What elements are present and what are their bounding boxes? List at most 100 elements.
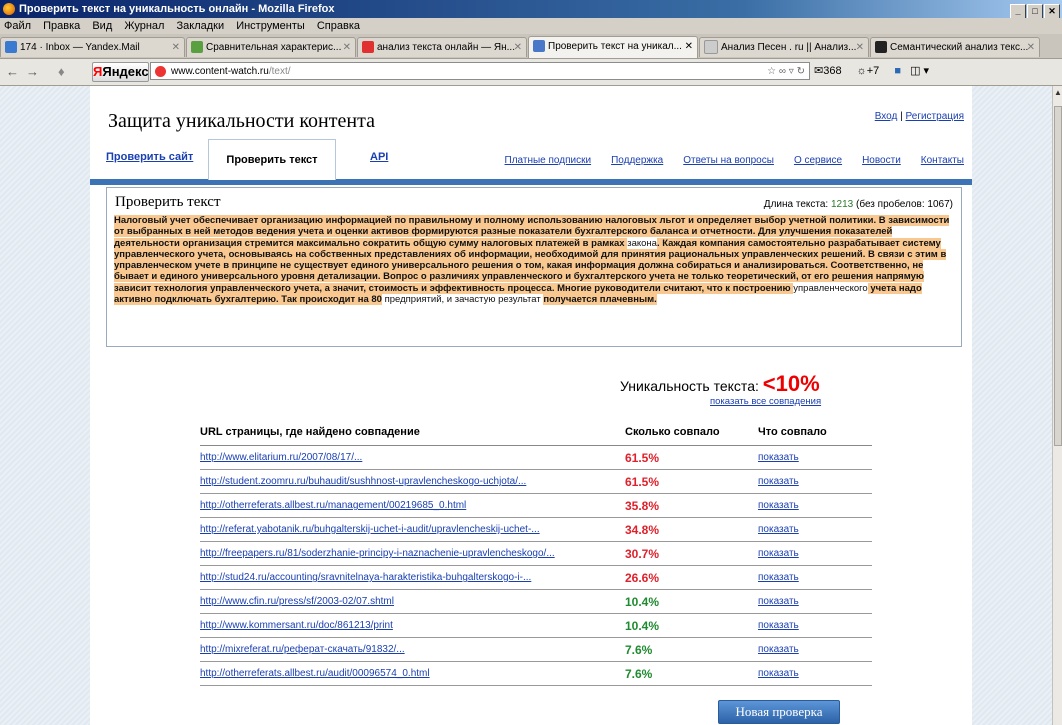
mail-widget[interactable]: ✉368: [814, 65, 848, 77]
match-url-link[interactable]: http://www.elitarium.ru/2007/08/17/...: [200, 452, 362, 463]
show-match-link[interactable]: показать: [758, 668, 799, 679]
nav-support[interactable]: Поддержка: [611, 155, 663, 166]
login-link[interactable]: Вход: [875, 111, 898, 122]
nav-check-site[interactable]: Проверить сайт: [106, 151, 193, 163]
tab-check-text[interactable]: Проверить текст на уникал... ✕: [528, 36, 698, 58]
show-match-link[interactable]: показать: [758, 500, 799, 511]
close-icon[interactable]: ✕: [1027, 38, 1035, 57]
match-percent: 30.7%: [625, 541, 758, 566]
close-button[interactable]: ✕: [1044, 4, 1060, 19]
length-label: Длина текста:: [763, 199, 829, 210]
url-host: www.content-watch.ru: [171, 66, 269, 77]
weather-widget[interactable]: ☼+7: [857, 65, 886, 77]
match-url-link[interactable]: http://www.cfin.ru/press/sf/2003-02/07.s…: [200, 596, 394, 607]
show-match-link[interactable]: показать: [758, 596, 799, 607]
menu-tools[interactable]: Инструменты: [236, 20, 305, 32]
tab-label: Сравнительная характерис...: [206, 42, 342, 53]
menu-bookmarks[interactable]: Закладки: [177, 20, 225, 32]
register-link[interactable]: Регистрация: [906, 111, 964, 122]
close-icon[interactable]: ✕: [685, 37, 693, 57]
new-check-button[interactable]: Новая проверка: [718, 700, 840, 724]
table-row: http://otherreferats.allbest.ru/manageme…: [200, 493, 872, 518]
length-nospace: (без пробелов: 1067): [856, 199, 953, 210]
site-title: Защита уникальности контента: [108, 110, 375, 132]
menu-help[interactable]: Справка: [317, 20, 360, 32]
menu-icon[interactable]: ◫ ▾: [910, 65, 929, 77]
tab-comparative[interactable]: Сравнительная характерис... ✕: [186, 37, 356, 57]
match-show-cell: показать: [758, 589, 872, 614]
table-row: http://www.cfin.ru/press/sf/2003-02/07.s…: [200, 589, 872, 614]
nav-paid[interactable]: Платные подписки: [505, 155, 592, 166]
menu-edit[interactable]: Правка: [43, 20, 80, 32]
match-url-cell: http://student.zoomru.ru/buhaudit/sushhn…: [200, 469, 625, 494]
url-bar[interactable]: www.content-watch.ru/text/ ☆ ∞ ▿ ↻: [150, 62, 810, 80]
show-match-link[interactable]: показать: [758, 644, 799, 655]
forward-button[interactable]: →: [26, 64, 39, 79]
nav-news[interactable]: Новости: [862, 155, 901, 166]
nav-about[interactable]: О сервисе: [794, 155, 842, 166]
match-show-cell: показать: [758, 445, 872, 470]
match-url-link[interactable]: http://freepapers.ru/81/soderzhanie-prin…: [200, 548, 555, 559]
show-all-matches-link[interactable]: показать все совпадения: [710, 396, 821, 407]
close-icon[interactable]: ✕: [514, 38, 522, 57]
yandex-label: Яндекс: [102, 64, 149, 79]
uniqueness-result: Уникальность текста: <10%: [620, 371, 820, 397]
scroll-thumb[interactable]: [1054, 106, 1062, 446]
menu-view[interactable]: Вид: [92, 20, 112, 32]
nav-faq[interactable]: Ответы на вопросы: [683, 155, 774, 166]
identity-icon[interactable]: ♦: [58, 64, 65, 79]
match-url-cell: http://referat.yabotanik.ru/buhgalterski…: [200, 517, 625, 542]
minimize-button[interactable]: _: [1010, 4, 1026, 19]
unique-fragment: управленческого: [793, 282, 868, 294]
close-icon[interactable]: ✕: [172, 38, 180, 57]
auth-separator: |: [900, 111, 903, 122]
menu-history[interactable]: Журнал: [124, 20, 164, 32]
yandex-button[interactable]: ЯЯндекс: [92, 62, 149, 82]
window-title: Проверить текст на уникальность онлайн -…: [19, 3, 335, 15]
tab-semantic[interactable]: Семантический анализ текс... ✕: [870, 37, 1040, 57]
show-match-link[interactable]: показать: [758, 452, 799, 463]
addon-icon[interactable]: ■: [894, 65, 901, 77]
match-percent: 26.6%: [625, 565, 758, 590]
match-show-cell: показать: [758, 637, 872, 662]
match-url-link[interactable]: http://www.kommersant.ru/doc/861213/prin…: [200, 620, 393, 631]
match-percent: 7.6%: [625, 661, 758, 686]
nav-api[interactable]: API: [370, 151, 388, 163]
back-button[interactable]: ←: [6, 64, 19, 79]
close-icon[interactable]: ✕: [856, 38, 864, 57]
tab-analysis[interactable]: анализ текста онлайн — Ян... ✕: [357, 37, 527, 57]
scrollbar[interactable]: ▲: [1052, 86, 1062, 725]
match-percent: 61.5%: [625, 445, 758, 470]
yandex-icon: [362, 41, 374, 54]
match-show-cell: показать: [758, 565, 872, 590]
match-url-link[interactable]: http://student.zoomru.ru/buhaudit/sushhn…: [200, 476, 526, 487]
tab-songs[interactable]: Анализ Песен . ru || Анализ... ✕: [699, 37, 869, 57]
match-url-link[interactable]: http://otherreferats.allbest.ru/audit/00…: [200, 668, 430, 679]
show-match-link[interactable]: показать: [758, 524, 799, 535]
show-match-link[interactable]: показать: [758, 620, 799, 631]
match-url-link[interactable]: http://mixreferat.ru/реферат-скачать/918…: [200, 644, 405, 655]
menu-file[interactable]: Файл: [4, 20, 31, 32]
maximize-button[interactable]: □: [1027, 4, 1043, 19]
show-match-link[interactable]: показать: [758, 476, 799, 487]
tab-inbox[interactable]: 174 · Inbox — Yandex.Mail ✕: [0, 37, 185, 57]
matches-body: http://www.elitarium.ru/2007/08/17/... 61…: [200, 445, 872, 686]
table-row: http://stud24.ru/accounting/sravnitelnay…: [200, 565, 872, 590]
nav-contacts[interactable]: Контакты: [921, 155, 964, 166]
show-match-link[interactable]: показать: [758, 572, 799, 583]
match-show-cell: показать: [758, 541, 872, 566]
table-row: http://www.elitarium.ru/2007/08/17/... 61…: [200, 445, 872, 470]
match-url-link[interactable]: http://referat.yabotanik.ru/buhgalterski…: [200, 524, 540, 535]
close-icon[interactable]: ✕: [343, 38, 351, 57]
scroll-up-icon[interactable]: ▲: [1054, 88, 1062, 98]
check-icon: [191, 41, 203, 54]
reload-icon[interactable]: ↻: [797, 66, 805, 77]
match-url-link[interactable]: http://otherreferats.allbest.ru/manageme…: [200, 500, 466, 511]
check-title: Проверить текст: [115, 194, 221, 210]
star-icon[interactable]: ☆: [767, 66, 776, 77]
nav-check-text[interactable]: Проверить текст: [208, 139, 336, 180]
match-url-link[interactable]: http://stud24.ru/accounting/sravnitelnay…: [200, 572, 531, 583]
show-match-link[interactable]: показать: [758, 548, 799, 559]
match-percent: 10.4%: [625, 589, 758, 614]
length-info: Длина текста: 1213 (без пробелов: 1067): [764, 199, 953, 210]
